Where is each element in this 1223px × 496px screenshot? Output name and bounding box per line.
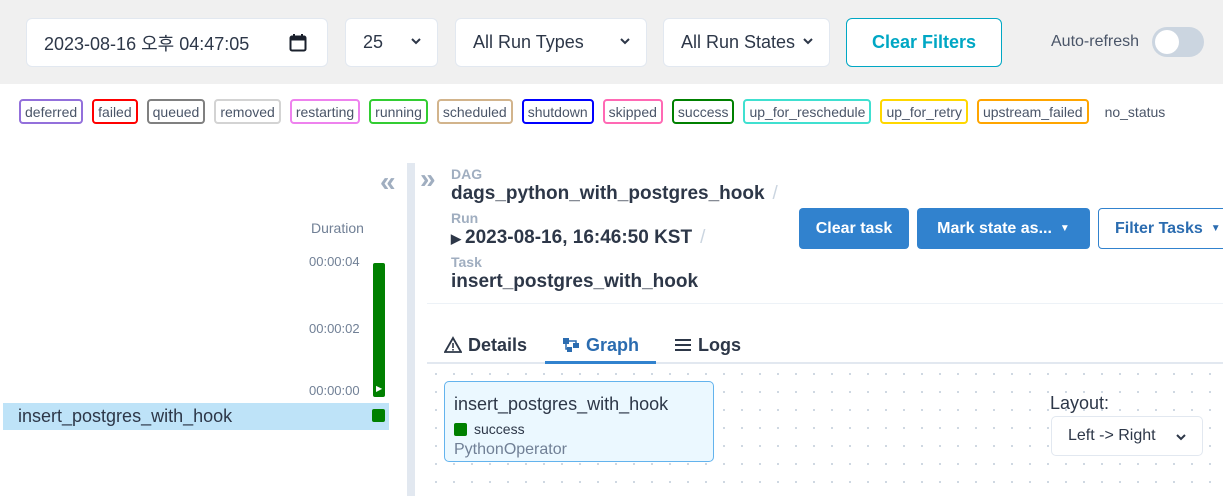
run-duration-bar[interactable]: ▶ xyxy=(373,263,385,397)
clear-task-button[interactable]: Clear task xyxy=(799,208,909,249)
num-runs-select[interactable]: 25 xyxy=(345,18,438,67)
legend-chip-upstream-failed[interactable]: upstream_failed xyxy=(976,99,1089,124)
tab-details-label: Details xyxy=(468,334,528,355)
legend-chip-running[interactable]: running xyxy=(369,99,428,124)
num-runs-value: 25 xyxy=(363,32,384,52)
clear-filters-button[interactable]: Clear Filters xyxy=(846,18,1002,67)
legend-chip-success[interactable]: success xyxy=(671,99,735,124)
breadcrumb-run-link[interactable]: ▶ 2023-08-16, 16:46:50 KST / xyxy=(451,227,705,249)
chevron-down-icon xyxy=(803,38,813,45)
legend-chip-skipped[interactable]: skipped xyxy=(602,99,663,124)
caret-down-icon: ▼ xyxy=(1210,223,1221,234)
mark-state-label: Mark state as... xyxy=(937,219,1052,237)
toggle-knob xyxy=(1155,30,1179,54)
active-tab-indicator xyxy=(545,361,656,364)
chevron-down-icon xyxy=(411,38,421,45)
tab-graph-label: Graph xyxy=(586,334,640,355)
legend-chip-failed[interactable]: failed xyxy=(92,99,138,124)
graph-icon xyxy=(563,338,579,352)
duration-tick: 00:00:00 xyxy=(309,383,360,398)
layout-label: Layout: xyxy=(1050,393,1110,413)
breadcrumb-dag-link[interactable]: dags_python_with_postgres_hook / xyxy=(451,183,778,205)
legend-chip-up-for-retry[interactable]: up_for_retry xyxy=(880,99,968,124)
layout-value: Left -> Right xyxy=(1068,427,1156,444)
breadcrumb-separator: / xyxy=(700,227,706,248)
run-states-value: All Run States xyxy=(681,32,796,52)
breadcrumb-task-label: Task xyxy=(451,254,482,270)
duration-tick: 00:00:02 xyxy=(309,321,360,336)
date-filter-input[interactable]: 2023-08-16 오후 04:47:05 xyxy=(26,18,328,67)
legend-chip-deferred[interactable]: deferred xyxy=(19,99,84,124)
task-row[interactable]: insert_postgres_with_hook xyxy=(3,403,389,430)
filter-tasks-button[interactable]: Filter Tasks ▼ xyxy=(1098,208,1223,249)
filter-bar: 2023-08-16 오후 04:47:05 25 All Run Types … xyxy=(0,0,1223,84)
pane-resize-handle[interactable] xyxy=(407,163,415,496)
duration-header: Duration xyxy=(311,220,364,236)
legend-chip-shutdown[interactable]: shutdown xyxy=(521,99,594,124)
header-divider xyxy=(427,303,1223,304)
tab-details[interactable]: Details xyxy=(444,327,527,363)
breadcrumb-dag-value: dags_python_with_postgres_hook xyxy=(451,183,765,204)
node-status-label: success xyxy=(474,421,525,437)
chevron-down-icon xyxy=(620,38,630,45)
breadcrumb-separator: / xyxy=(772,183,778,204)
task-row-name: insert_postgres_with_hook xyxy=(18,406,233,426)
auto-refresh-toggle[interactable] xyxy=(1152,27,1204,57)
breadcrumb-task-value: insert_postgres_with_hook xyxy=(451,271,699,292)
calendar-icon[interactable] xyxy=(289,33,307,53)
breadcrumb-dag-label: DAG xyxy=(451,166,483,182)
play-icon: ▶ xyxy=(451,231,461,246)
legend-chip-scheduled[interactable]: scheduled xyxy=(436,99,513,124)
duration-tick: 00:00:04 xyxy=(309,254,360,269)
run-types-value: All Run Types xyxy=(473,32,584,52)
node-status: success xyxy=(454,421,713,437)
run-states-select[interactable]: All Run States xyxy=(663,18,830,67)
node-task-name: insert_postgres_with_hook xyxy=(454,394,669,414)
expand-details-icon[interactable]: » xyxy=(420,163,436,195)
mark-state-button[interactable]: Mark state as... ▼ xyxy=(917,208,1090,249)
caret-down-icon: ▼ xyxy=(1059,223,1070,234)
state-legend: deferred failed queued removed restarting run… xyxy=(19,99,1172,124)
task-instance-status-cell[interactable] xyxy=(372,409,385,422)
list-icon xyxy=(675,339,691,351)
layout-select[interactable]: Left -> Right xyxy=(1051,416,1203,456)
auto-refresh-label: Auto-refresh xyxy=(1051,33,1140,50)
tab-logs[interactable]: Logs xyxy=(674,327,741,363)
legend-chip-no-status[interactable]: no_status xyxy=(1097,99,1172,124)
collapse-grid-icon[interactable]: « xyxy=(380,166,396,198)
breadcrumb-run-value: 2023-08-16, 16:46:50 KST xyxy=(465,227,693,248)
tab-logs-label: Logs xyxy=(698,334,741,355)
legend-chip-restarting[interactable]: restarting xyxy=(289,99,361,124)
legend-chip-removed[interactable]: removed xyxy=(214,99,281,124)
node-operator: PythonOperator xyxy=(454,441,567,458)
status-square xyxy=(454,422,467,436)
graph-task-node[interactable]: insert_postgres_with_hook success Python… xyxy=(444,381,714,462)
filter-tasks-label: Filter Tasks xyxy=(1115,219,1203,237)
legend-chip-queued[interactable]: queued xyxy=(146,99,206,124)
warning-triangle-icon xyxy=(444,336,462,353)
tab-graph[interactable]: Graph xyxy=(562,327,639,363)
breadcrumb-run-label: Run xyxy=(451,210,479,226)
play-icon: ▶ xyxy=(376,384,383,393)
date-filter-value: 2023-08-16 오후 04:47:05 xyxy=(44,33,250,54)
legend-chip-up-for-reschedule[interactable]: up_for_reschedule xyxy=(743,99,872,124)
run-types-select[interactable]: All Run Types xyxy=(455,18,647,67)
chevron-down-icon xyxy=(1176,434,1186,441)
